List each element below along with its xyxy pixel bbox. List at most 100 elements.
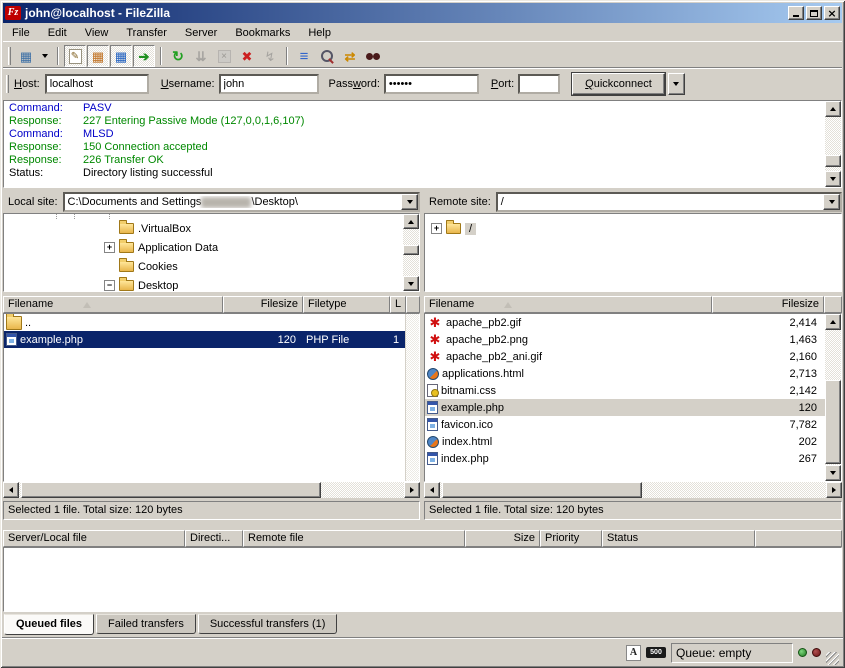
tree-expander[interactable] [104, 280, 115, 291]
tree-item[interactable]: .VirtualBox [4, 219, 403, 238]
menu-help[interactable]: Help [299, 24, 340, 42]
status-bar: Queue: empty [2, 638, 843, 666]
quickconnect-button[interactable]: Quickconnect [572, 73, 665, 95]
scrollbar-track[interactable] [440, 482, 826, 498]
compare-button[interactable] [316, 45, 338, 67]
file-row[interactable]: example.php 120 [425, 399, 841, 416]
scrollbar-thumb[interactable] [21, 482, 321, 498]
column-priority[interactable]: Priority [540, 530, 602, 547]
remote-list-scrollbar[interactable] [825, 314, 841, 481]
scrollbar-thumb[interactable] [825, 380, 841, 464]
refresh-button[interactable] [167, 45, 189, 67]
column-direction[interactable]: Directi... [185, 530, 243, 547]
scroll-up-button[interactable] [825, 314, 841, 330]
port-input[interactable] [518, 74, 560, 94]
column-server-local-file[interactable]: Server/Local file [3, 530, 185, 547]
remote-site-combo[interactable]: / [496, 192, 842, 212]
local-site-combo[interactable]: C:\Documents and Settings\Desktop\ [63, 192, 420, 212]
filter-button[interactable] [293, 45, 315, 67]
file-row[interactable]: bitnami.css 2,142 [425, 382, 841, 399]
file-row[interactable]: apache_pb2_ani.gif 2,160 [425, 348, 841, 365]
close-button[interactable]: × [824, 6, 840, 20]
file-row[interactable]: index.html 202 [425, 433, 841, 450]
scroll-down-button[interactable] [825, 465, 841, 481]
scroll-left-button[interactable] [3, 482, 19, 498]
scrollbar-track[interactable] [825, 117, 841, 171]
tree-item[interactable]: Application Data [4, 238, 403, 257]
local-site-combo-button[interactable] [401, 194, 418, 210]
file-row[interactable]: index.php 267 [425, 450, 841, 467]
file-row[interactable]: apache_pb2.gif 2,414 [425, 314, 841, 331]
toggle-message-log-button[interactable] [64, 45, 86, 67]
minimize-button[interactable] [788, 6, 804, 20]
password-input[interactable] [384, 74, 479, 94]
open-folder-icon [446, 223, 461, 234]
scroll-down-button[interactable] [403, 276, 419, 291]
scroll-left-button[interactable] [424, 482, 440, 498]
scroll-right-button[interactable] [404, 482, 420, 498]
tree-item[interactable]: Cookies [4, 257, 403, 276]
column-last-modified[interactable]: L [390, 296, 406, 313]
column-filename[interactable]: Filename [424, 296, 712, 313]
file-row[interactable]: apache_pb2.png 1,463 [425, 331, 841, 348]
scroll-up-button[interactable] [403, 214, 419, 229]
tree-expander[interactable] [431, 223, 442, 234]
local-tree-scrollbar[interactable] [403, 214, 419, 291]
disconnect-button[interactable] [236, 45, 258, 67]
sync-browsing-button[interactable] [339, 45, 361, 67]
tab-failed-transfers[interactable]: Failed transfers [96, 614, 196, 634]
toggle-queue-button[interactable] [133, 45, 155, 67]
column-filesize[interactable]: Filesize [223, 296, 303, 313]
log-scrollbar[interactable] [825, 101, 841, 187]
tab-successful-transfers[interactable]: Successful transfers (1) [198, 614, 338, 634]
menu-file[interactable]: File [3, 24, 39, 42]
scrollbar-track[interactable] [825, 330, 841, 465]
file-row[interactable]: example.php 120 PHP File 1 [4, 331, 419, 348]
menu-bookmarks[interactable]: Bookmarks [226, 24, 299, 42]
remote-site-combo-button[interactable] [823, 194, 840, 210]
scroll-down-button[interactable] [825, 171, 841, 187]
find-files-button[interactable] [362, 45, 384, 67]
column-remote-file[interactable]: Remote file [243, 530, 465, 547]
site-manager-button[interactable] [15, 45, 37, 67]
site-manager-dropdown-button[interactable] [38, 45, 52, 67]
scrollbar-track[interactable] [19, 482, 404, 498]
scroll-up-button[interactable] [825, 101, 841, 117]
log-line: Response: 226 Transfer OK [5, 154, 824, 167]
column-status[interactable]: Status [602, 530, 755, 547]
host-input[interactable] [45, 74, 149, 94]
tree-item-root[interactable]: / [425, 219, 825, 238]
scrollbar-track[interactable] [403, 229, 419, 276]
resize-grip-icon[interactable] [826, 652, 839, 665]
column-filename[interactable]: Filename [3, 296, 223, 313]
column-size[interactable]: Size [465, 530, 540, 547]
file-row[interactable]: .. [4, 314, 419, 331]
scroll-right-button[interactable] [826, 482, 842, 498]
column-filetype[interactable]: Filetype [303, 296, 390, 313]
file-row[interactable]: favicon.ico 7,782 [425, 416, 841, 433]
scrollbar-thumb[interactable] [403, 245, 419, 255]
toggle-local-tree-button[interactable] [87, 45, 109, 67]
local-list-hscrollbar[interactable] [3, 482, 420, 498]
local-list-scrollbar[interactable] [405, 314, 419, 481]
file-row[interactable]: applications.html 2,713 [425, 365, 841, 382]
title-bar[interactable]: Fz john@localhost - FileZilla × [3, 3, 842, 23]
scrollbar-thumb[interactable] [825, 155, 841, 167]
tab-queued-files[interactable]: Queued files [4, 614, 94, 635]
maximize-button[interactable] [806, 6, 822, 20]
menu-server[interactable]: Server [176, 24, 226, 42]
column-filesize[interactable]: Filesize [712, 296, 824, 313]
username-input[interactable] [219, 74, 319, 94]
scrollbar-thumb[interactable] [442, 482, 642, 498]
menu-edit[interactable]: Edit [39, 24, 76, 42]
tree-expander[interactable] [104, 242, 115, 253]
menu-transfer[interactable]: Transfer [117, 24, 176, 42]
menu-view[interactable]: View [76, 24, 118, 42]
disconnect-icon [239, 48, 256, 65]
tree-item[interactable]: Desktop [4, 276, 403, 292]
site-manager-icon [18, 48, 35, 65]
quickconnect-dropdown-button[interactable] [668, 73, 685, 95]
remote-list-hscrollbar[interactable] [424, 482, 842, 498]
local-list-header: Filename Filesize Filetype L [3, 296, 420, 313]
toggle-remote-tree-button[interactable] [110, 45, 132, 67]
